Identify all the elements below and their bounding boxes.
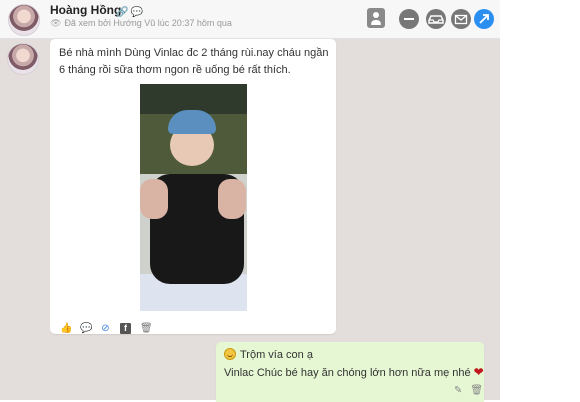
edit-icon[interactable]: ✎ [454, 385, 462, 396]
seen-status: 👁 Đã xem bởi Hướng Vũ lúc 20:37 hôm qua [50, 18, 232, 29]
contact-card-button[interactable] [367, 8, 385, 28]
open-external-button[interactable] [474, 9, 494, 29]
message-photo[interactable] [140, 84, 247, 311]
like-icon[interactable]: 👍 [60, 323, 72, 334]
smile-emoji-icon [224, 348, 236, 360]
chat-header: Hoàng Hồng 🔗 💬 👁 Đã xem bởi Hướng Vũ lúc 2… [0, 0, 500, 39]
minus-button[interactable] [399, 9, 419, 29]
contact-name[interactable]: Hoàng Hồng [50, 3, 121, 17]
chat-window: Hoàng Hồng 🔗 💬 👁 Đã xem bởi Hướng Vũ lúc 2… [0, 0, 500, 402]
outgoing-message: Trộm vía con ạ Vinlac Chúc bé hay ăn chó… [216, 342, 484, 402]
incoming-message-actions: 👍 💬 ⊘ f 🗑 [60, 318, 160, 336]
incoming-message: Bé nhà mình Dùng Vinlac đc 2 tháng rùi.n… [50, 39, 336, 334]
heart-icon: ❤ [473, 365, 484, 379]
contact-avatar[interactable] [8, 4, 40, 36]
outgoing-line-2-text: Vinlac Chúc bé hay ăn chóng lớn hơn nữa … [224, 367, 471, 379]
comment-icon[interactable]: 💬 [80, 323, 92, 334]
chat-icon: 💬 [130, 7, 143, 18]
inbox-button[interactable] [426, 9, 446, 29]
open-external-icon [479, 14, 489, 24]
mail-button[interactable] [451, 9, 471, 29]
sender-avatar[interactable] [7, 43, 39, 75]
outgoing-line-1-text: Trộm vía con ạ [240, 349, 313, 361]
trash-icon[interactable]: 🗑 [470, 385, 483, 396]
incoming-message-text: Bé nhà mình Dùng Vinlac đc 2 tháng rùi.n… [59, 47, 329, 76]
outgoing-line-2: Vinlac Chúc bé hay ăn chóng lớn hơn nữa … [224, 364, 484, 381]
inbox-icon [428, 15, 444, 24]
hide-icon[interactable]: ⊘ [100, 323, 111, 334]
trash-icon[interactable]: 🗑 [140, 323, 153, 334]
outgoing-message-actions: ✎ 🗑 [446, 385, 483, 396]
mail-icon [454, 14, 468, 25]
eye-icon: 👁 [50, 18, 62, 28]
outgoing-line-1: Trộm vía con ạ [224, 347, 313, 363]
facebook-icon[interactable]: f [120, 323, 131, 334]
link-icon: 🔗 [116, 7, 129, 18]
seen-text: Đã xem bởi Hướng Vũ lúc 20:37 hôm qua [64, 18, 232, 28]
